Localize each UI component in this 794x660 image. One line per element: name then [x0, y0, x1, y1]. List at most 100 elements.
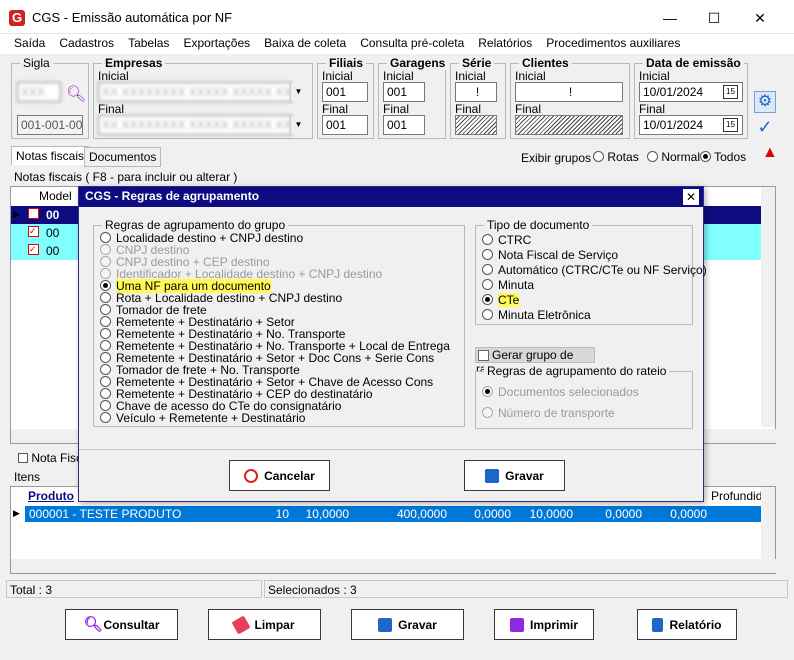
filiais-group: Filiais Inicial 001 Final 001: [317, 56, 374, 139]
filiais-final-label: Final: [322, 102, 349, 116]
tipo-option[interactable]: Minuta Eletrônica: [482, 309, 591, 321]
item-col7: 0,0000: [670, 507, 707, 521]
radio-icon: [100, 280, 111, 291]
empresas-inicial-input[interactable]: XX XXXXXXXX XXXXX XXXXX XXXXX: [98, 82, 292, 102]
nota-fisc-checkbox[interactable]: Nota Fisc: [18, 451, 82, 465]
radio-icon: [482, 309, 493, 320]
rateio-option-transporte[interactable]: Número de transporte: [482, 407, 615, 419]
menu-baixa-coleta[interactable]: Baixa de coleta: [257, 34, 353, 54]
tipo-option[interactable]: Minuta: [482, 279, 534, 291]
radio-icon: [100, 388, 111, 399]
title-bar: G CGS - Emissão automática por NF — ☐ ✕: [0, 0, 794, 34]
tipo-option[interactable]: CTe: [482, 293, 520, 307]
tipo-label: Minuta: [498, 278, 535, 292]
normal-label: Normal: [661, 150, 701, 164]
minimize-button[interactable]: —: [660, 8, 680, 28]
chevron-down-icon[interactable]: ▼: [290, 116, 306, 134]
document-icon: [652, 617, 664, 632]
arrow-up-icon[interactable]: ▲: [762, 144, 778, 162]
imprimir-button[interactable]: Imprimir: [494, 609, 594, 640]
serie-inicial-input[interactable]: !: [455, 82, 497, 102]
sigla-title: Sigla: [20, 56, 53, 70]
check-icon[interactable]: ✓: [754, 116, 776, 138]
menu-saida[interactable]: Saída: [7, 34, 52, 54]
filiais-final-input[interactable]: 001: [322, 115, 368, 135]
radio-icon: [100, 328, 111, 339]
empresas-final-label: Final: [98, 102, 125, 116]
serie-final-input[interactable]: [455, 115, 497, 135]
vertical-scrollbar[interactable]: [761, 187, 775, 427]
horizontal-scrollbar[interactable]: [11, 559, 777, 573]
checkbox-icon[interactable]: ✓: [28, 226, 39, 237]
vertical-scrollbar[interactable]: [761, 487, 775, 559]
filiais-title: Filiais: [326, 56, 367, 70]
close-icon[interactable]: ✕: [683, 189, 699, 205]
rateio-option-documentos[interactable]: Documentos selecionados: [482, 386, 639, 398]
menu-procedimentos[interactable]: Procedimentos auxiliares: [539, 34, 687, 54]
printer-icon: [509, 617, 524, 632]
menu-exportacoes[interactable]: Exportações: [176, 34, 257, 54]
cancelar-button[interactable]: Cancelar: [229, 460, 330, 491]
tipo-documento-group: Tipo de documento CTRC Nota Fiscal de Ser…: [475, 218, 707, 325]
maximize-button[interactable]: ☐: [704, 8, 724, 28]
calendar-icon[interactable]: 15: [723, 85, 738, 99]
limpar-button[interactable]: Limpar: [208, 609, 321, 640]
chevron-down-icon[interactable]: ▼: [290, 83, 306, 101]
garagens-inicial-input[interactable]: 001: [383, 82, 425, 102]
regras-rateio-group: Regras de agrupamento do rateio Document…: [475, 364, 693, 429]
clientes-final-input[interactable]: [515, 115, 623, 135]
close-button[interactable]: ✕: [750, 8, 770, 28]
serie-inicial-label: Inicial: [455, 69, 486, 83]
cancel-icon: [244, 468, 259, 483]
radio-normal[interactable]: Normal: [647, 150, 700, 164]
consultar-button[interactable]: 🔍︎ Consultar: [65, 609, 178, 640]
filiais-inicial-input[interactable]: 001: [322, 82, 368, 102]
grid-cell: 00: [46, 244, 60, 258]
regras-grupo-group: Regras de agrupamento do grupo Localidad…: [93, 218, 465, 427]
radio-icon: [100, 268, 111, 279]
row-pointer-icon: ▶: [13, 209, 20, 219]
clientes-inicial-input[interactable]: !: [515, 82, 623, 102]
menu-cadastros[interactable]: Cadastros: [52, 34, 121, 54]
dialog-gravar-button[interactable]: Gravar: [464, 460, 565, 491]
clientes-inicial-label: Inicial: [515, 69, 546, 83]
relatorio-label: Relatório: [669, 617, 722, 632]
radio-icon: [482, 294, 493, 305]
tab-documentos[interactable]: Documentos: [84, 147, 162, 167]
relatorio-button[interactable]: Relatório: [637, 609, 737, 640]
menu-consulta-pre-coleta[interactable]: Consulta pré-coleta: [353, 34, 471, 54]
menu-relatorios[interactable]: Relatórios: [471, 34, 539, 54]
checkbox-icon[interactable]: ✓: [28, 244, 39, 255]
eraser-icon: [231, 614, 252, 635]
empresas-final-input[interactable]: XX XXXXXXXX XXXXX XXXXX XXXXX: [98, 115, 292, 135]
row-pointer-icon: ▶: [13, 508, 20, 518]
radio-icon: [100, 352, 111, 363]
tipo-label: Minuta Eletrônica: [498, 308, 591, 322]
tipo-option[interactable]: Nota Fiscal de Serviço: [482, 249, 618, 261]
tab-notas-fiscais[interactable]: Notas fiscais: [11, 146, 90, 165]
sigla-input[interactable]: XXX: [17, 82, 61, 102]
gerar-rateio-checkbox[interactable]: Gerar grupo de rateio: [475, 347, 595, 376]
garagens-title: Garagens: [387, 56, 449, 70]
tipo-label: CTRC: [498, 233, 532, 247]
menu-tabelas[interactable]: Tabelas: [121, 34, 176, 54]
menu-bar: Saída Cadastros Tabelas Exportações Baix…: [0, 34, 794, 54]
serie-group: Série Inicial ! Final: [450, 56, 506, 139]
gravar-button[interactable]: Gravar: [351, 609, 464, 640]
radio-icon: [482, 234, 493, 245]
radio-todos[interactable]: Todos: [700, 150, 746, 164]
grid-cell: 00: [46, 226, 60, 240]
exibir-grupos-label: Exibir grupos: [521, 151, 592, 165]
rule-option[interactable]: Veículo + Remetente + Destinatário: [100, 412, 305, 424]
gear-icon[interactable]: ⚙: [754, 91, 776, 113]
calendar-icon[interactable]: 15: [723, 118, 738, 132]
garagens-final-input[interactable]: 001: [383, 115, 425, 135]
checkbox-icon[interactable]: [28, 208, 39, 219]
status-total: Total : 3: [6, 580, 262, 598]
tipo-documento-title: Tipo de documento: [484, 218, 593, 232]
tipo-option[interactable]: CTRC: [482, 234, 531, 246]
search-icon[interactable]: 🔍︎: [66, 84, 86, 104]
radio-rotas[interactable]: Rotas: [593, 150, 639, 164]
tipo-option[interactable]: Automático (CTRC/CTe ou NF Serviço): [482, 264, 707, 276]
consultar-label: Consultar: [103, 617, 160, 632]
